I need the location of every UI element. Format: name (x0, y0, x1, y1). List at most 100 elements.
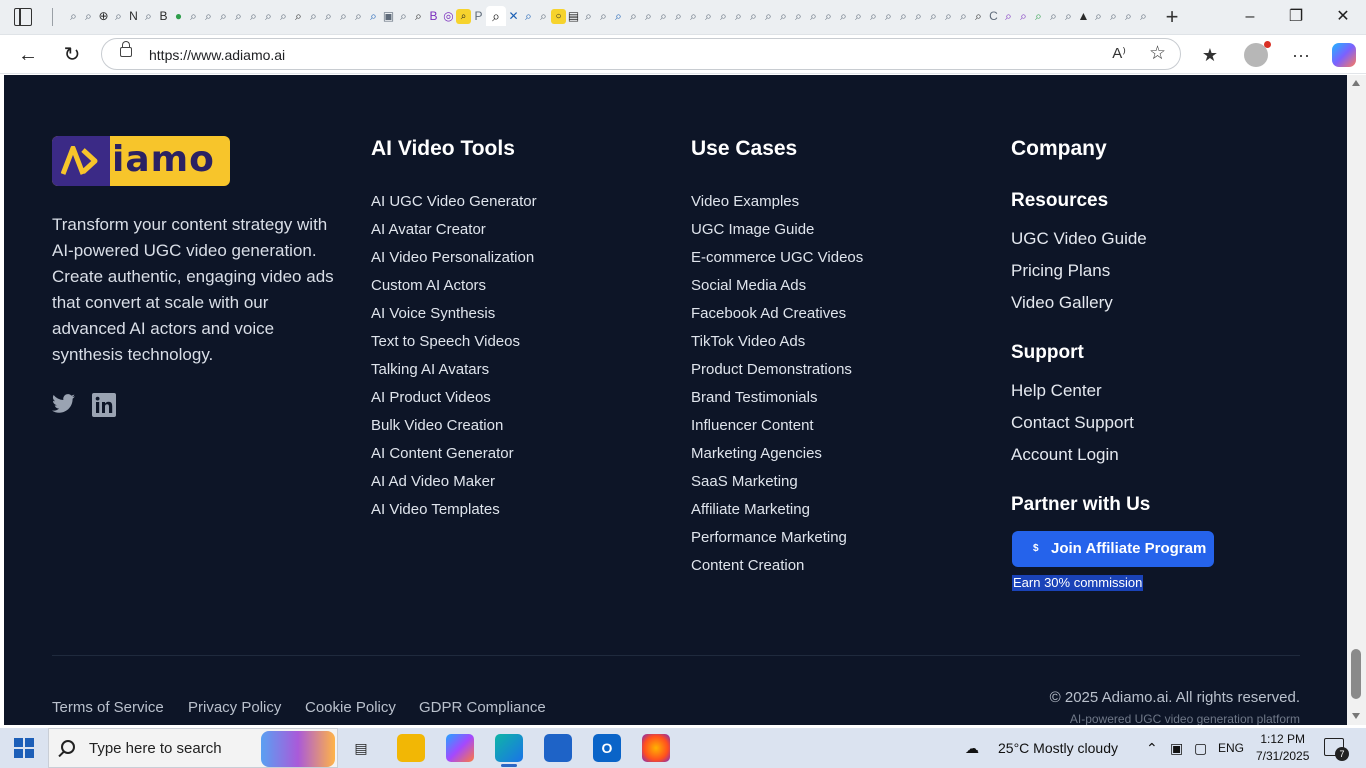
more-options-icon[interactable]: ··· (1289, 43, 1313, 67)
tab-favicon-icon[interactable]: ⌕ (216, 9, 231, 24)
tab-favicon-icon[interactable]: ○ (551, 9, 566, 24)
tab-favicon-icon[interactable]: ⌕ (911, 9, 926, 24)
weather-text[interactable]: 25°C Mostly cloudy (998, 740, 1118, 756)
back-button[interactable]: ← (15, 42, 41, 68)
tab-favicon-icon[interactable]: ⌕ (306, 9, 321, 24)
firefox-icon[interactable] (642, 734, 670, 762)
tab-favicon-icon[interactable]: ⌕ (596, 9, 611, 24)
footer-link[interactable]: Account Login (1011, 439, 1134, 471)
terms-link[interactable]: Terms of Service (52, 699, 164, 716)
tab-favicon-icon[interactable]: ⌕ (396, 9, 411, 24)
gdpr-link[interactable]: GDPR Compliance (419, 699, 546, 716)
tab-favicon-icon[interactable]: ⌕ (941, 9, 956, 24)
footer-link[interactable]: UGC Image Guide (691, 216, 863, 244)
tab-favicon-icon[interactable]: N (126, 9, 141, 24)
tab-favicon-icon[interactable]: ⌕ (1091, 9, 1106, 24)
footer-link[interactable]: Content Creation (691, 552, 863, 580)
refresh-button[interactable]: ↻ (59, 42, 85, 68)
tab-favicon-icon[interactable]: ⊕ (96, 9, 111, 24)
tab-favicon-icon[interactable]: ⌕ (761, 9, 776, 24)
tab-favicon-icon[interactable]: ⌕ (231, 9, 246, 24)
minimize-button[interactable]: – (1238, 6, 1262, 28)
footer-link[interactable]: Affiliate Marketing (691, 496, 863, 524)
windows-start-icon[interactable] (14, 738, 34, 758)
footer-link[interactable]: Influencer Content (691, 412, 863, 440)
tab-favicon-icon[interactable]: B (426, 9, 441, 24)
tab-favicon-icon[interactable]: ⌕ (791, 9, 806, 24)
footer-link[interactable]: AI Ad Video Maker (371, 468, 537, 496)
footer-link[interactable]: AI Video Personalization (371, 244, 537, 272)
copilot-icon[interactable] (1332, 43, 1356, 67)
notification-center-icon[interactable]: 7 (1324, 738, 1349, 761)
tab-favicon-icon[interactable]: ⌕ (536, 9, 551, 24)
tab-favicon-icon[interactable]: ⌕ (611, 9, 626, 24)
footer-link[interactable]: Bulk Video Creation (371, 412, 537, 440)
tab-favicon-icon[interactable]: ⌕ (956, 9, 971, 24)
tab-favicon-icon[interactable]: ⌕ (896, 9, 911, 24)
tab-favicon-icon[interactable]: ⌕ (1106, 9, 1121, 24)
profile-avatar[interactable] (1244, 41, 1271, 67)
footer-link[interactable]: Text to Speech Videos (371, 328, 537, 356)
tab-favicon-icon[interactable]: ▣ (381, 9, 396, 24)
lock-icon[interactable] (120, 41, 132, 57)
footer-link[interactable]: AI Video Templates (371, 496, 537, 524)
tab-favicon-icon[interactable]: ⌕ (686, 9, 701, 24)
task-view-icon[interactable]: ▤ (347, 734, 375, 762)
url-text[interactable]: https://www.adiamo.ai (149, 47, 285, 63)
tab-favicon-icon[interactable]: ▤ (566, 9, 581, 24)
tab-favicon-icon[interactable]: ⌕ (776, 9, 791, 24)
tab-favicon-icon[interactable]: ⌕ (716, 9, 731, 24)
tab-favicon-icon[interactable]: ⌕ (821, 9, 836, 24)
footer-link[interactable]: Contact Support (1011, 407, 1134, 439)
footer-link[interactable]: TikTok Video Ads (691, 328, 863, 356)
footer-link[interactable]: E-commerce UGC Videos (691, 244, 863, 272)
tab-favicon-icon[interactable]: ⌕ (656, 9, 671, 24)
tab-favicon-icon[interactable]: ⌕ (746, 9, 761, 24)
tab-favicon-icon[interactable]: ⌕ (626, 9, 641, 24)
footer-link[interactable]: AI Content Generator (371, 440, 537, 468)
tab-favicon-icon[interactable]: ⌕ (1031, 9, 1046, 24)
linkedin-icon[interactable] (92, 393, 116, 417)
join-affiliate-button[interactable]: $ Join Affiliate Program (1012, 531, 1214, 567)
add-favorite-icon[interactable]: ☆ (1149, 42, 1166, 65)
edge-browser-icon[interactable] (495, 734, 523, 767)
tab-favicon-icon[interactable]: ▲ (1076, 9, 1091, 24)
footer-link[interactable]: Video Examples (691, 188, 863, 216)
volume-icon[interactable]: ▢ (1194, 740, 1207, 757)
tab-favicon-icon[interactable]: ⌕ (291, 9, 306, 24)
tab-favicon-icon[interactable]: ⌕ (641, 9, 656, 24)
clock[interactable]: 1:12 PM 7/31/2025 (1256, 731, 1309, 765)
tab-favicon-icon[interactable]: ⌕ (851, 9, 866, 24)
taskbar-search[interactable]: Type here to search (48, 728, 338, 768)
footer-link[interactable]: Product Demonstrations (691, 356, 863, 384)
tab-favicon-icon[interactable]: ⌕ (521, 9, 536, 24)
tab-actions-menu-icon[interactable] (14, 8, 32, 26)
footer-link[interactable]: Video Gallery (1011, 287, 1147, 319)
footer-link[interactable]: Marketing Agencies (691, 440, 863, 468)
tab-favicon-icon[interactable]: ⌕ (971, 9, 986, 24)
address-bar[interactable]: https://www.adiamo.ai A⁾ ☆ (101, 38, 1181, 70)
tab-favicon-icon[interactable]: P (471, 9, 486, 24)
privacy-link[interactable]: Privacy Policy (188, 699, 281, 716)
tab-favicon-icon[interactable]: ⌕ (701, 9, 716, 24)
tab-favicon-icon[interactable]: B (156, 9, 171, 24)
tab-favicon-icon[interactable]: C (986, 9, 1001, 24)
tab-favicon-icon[interactable]: ⌕ (321, 9, 336, 24)
tab-favicon-icon[interactable]: ⌕ (201, 9, 216, 24)
tab-favicon-icon[interactable]: ⌕ (836, 9, 851, 24)
new-tab-button[interactable]: + (1160, 5, 1184, 29)
tab-favicon-icon[interactable]: ⌕ (1016, 9, 1031, 24)
restore-button[interactable]: ❐ (1284, 6, 1308, 28)
footer-link[interactable]: AI Avatar Creator (371, 216, 537, 244)
tab-favicon-icon[interactable]: ⌕ (351, 9, 366, 24)
adiamo-logo[interactable]: iamo (52, 136, 230, 186)
weather-icon[interactable]: ☁ (965, 740, 979, 757)
tab-favicon-icon[interactable]: ⌕ (276, 9, 291, 24)
tab-favicon-icon[interactable]: ⌕ (81, 9, 96, 24)
show-hidden-icons-icon[interactable]: ⌃ (1146, 740, 1158, 757)
file-explorer-icon[interactable] (397, 734, 425, 762)
tab-favicon-icon[interactable]: ⌕ (866, 9, 881, 24)
tab-favicon-icon[interactable]: ⌕ (246, 9, 261, 24)
tab-favicon-icon[interactable]: ✕ (506, 9, 521, 24)
footer-link[interactable]: AI Product Videos (371, 384, 537, 412)
